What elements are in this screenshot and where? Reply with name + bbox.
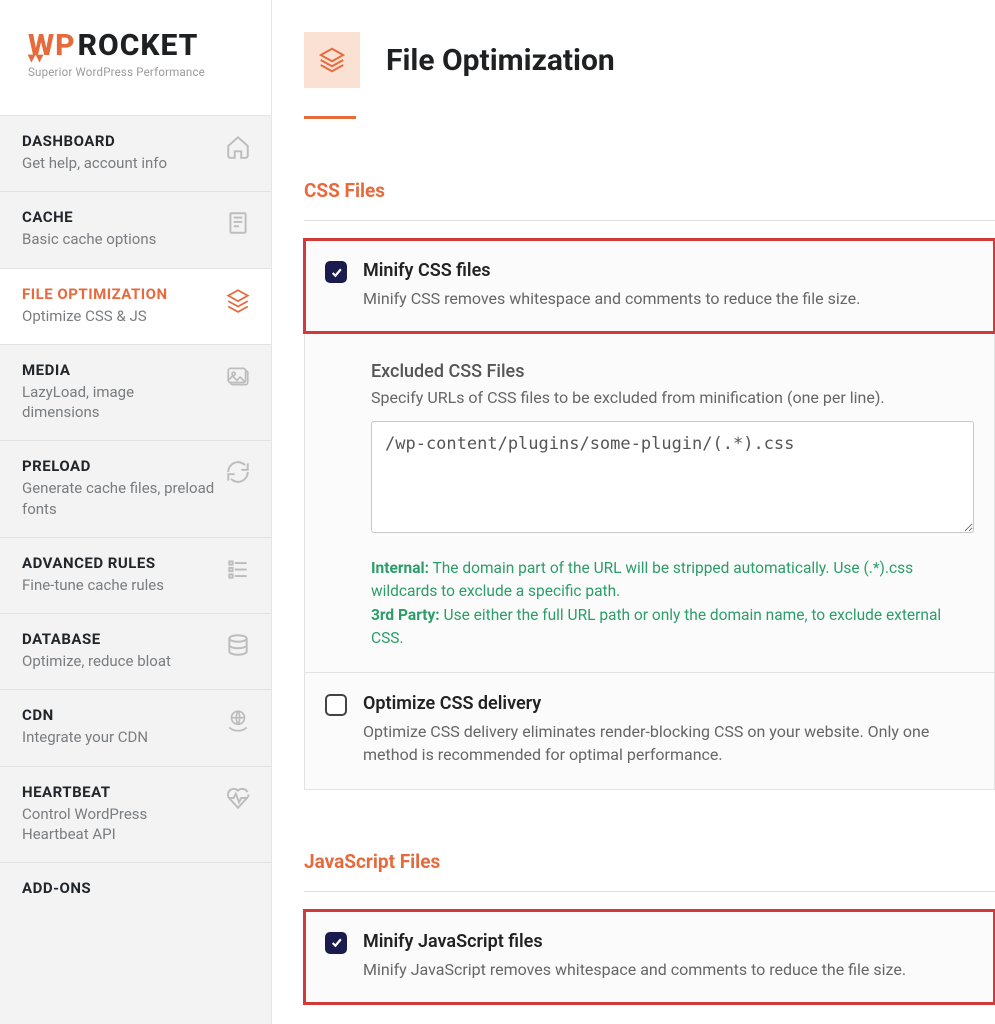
sidebar-item-sub: Integrate your CDN xyxy=(22,727,215,747)
heartbeat-icon xyxy=(225,785,251,811)
sidebar-item-label: DASHBOARD xyxy=(22,132,215,150)
sidebar-item-cache[interactable]: CACHE Basic cache options xyxy=(0,192,271,268)
setting-title: Minify JavaScript files xyxy=(363,931,906,952)
sidebar-item-dashboard[interactable]: DASHBOARD Get help, account info xyxy=(0,116,271,192)
sidebar-item-advanced-rules[interactable]: ADVANCED RULES Fine-tune cache rules xyxy=(0,538,271,614)
sidebar-item-label: CDN xyxy=(22,706,215,724)
sidebar-item-label: MEDIA xyxy=(22,361,215,379)
sidebar-item-sub: Generate cache files, preload fonts xyxy=(22,478,215,519)
hint-internal-text: The domain part of the URL will be strip… xyxy=(371,559,913,600)
refresh-icon xyxy=(225,459,251,485)
sidebar-item-sub: Optimize, reduce bloat xyxy=(22,651,215,671)
sidebar-item-sub: Get help, account info xyxy=(22,153,215,173)
sidebar-item-preload[interactable]: PRELOAD Generate cache files, preload fo… xyxy=(0,441,271,538)
sidebar-item-label: HEARTBEAT xyxy=(22,783,215,801)
sliders-icon xyxy=(225,556,251,582)
setting-desc: Optimize CSS delivery eliminates render-… xyxy=(363,720,974,766)
sidebar-item-sub: Optimize CSS & JS xyxy=(22,306,215,326)
sidebar-item-sub: Basic cache options xyxy=(22,229,215,249)
images-icon xyxy=(225,363,251,389)
sidebar: WP ▾▾ ROCKET Superior WordPress Performa… xyxy=(0,0,272,1024)
file-icon xyxy=(225,210,251,236)
setting-minify-css: Minify CSS files Minify CSS removes whit… xyxy=(304,239,995,333)
sidebar-item-sub: Control WordPress Heartbeat API xyxy=(22,804,215,845)
setting-minify-js: Minify JavaScript files Minify JavaScrip… xyxy=(304,910,995,1004)
sidebar-item-heartbeat[interactable]: HEARTBEAT Control WordPress Heartbeat AP… xyxy=(0,767,271,864)
sidebar-item-sub: LazyLoad, image dimensions xyxy=(22,382,215,423)
page-title: File Optimization xyxy=(386,43,615,78)
sidebar-item-label: PRELOAD xyxy=(22,457,215,475)
setting-excluded-css: Excluded CSS Files Specify URLs of CSS f… xyxy=(304,332,995,673)
sidebar-item-database[interactable]: DATABASE Optimize, reduce bloat xyxy=(0,614,271,690)
setting-title: Optimize CSS delivery xyxy=(363,693,974,714)
section-title-js: JavaScript Files xyxy=(304,850,995,873)
excluded-css-title: Excluded CSS Files xyxy=(371,361,974,382)
divider xyxy=(304,220,995,221)
setting-title: Minify CSS files xyxy=(363,260,860,281)
logo-wp: WP ▾▾ xyxy=(28,28,76,63)
minify-css-checkbox[interactable] xyxy=(325,261,347,283)
layers-icon xyxy=(225,287,251,313)
sidebar-item-label: ADD-ONS xyxy=(22,879,241,897)
section-title-css: CSS Files xyxy=(304,179,995,202)
sidebar-item-addons[interactable]: ADD-ONS xyxy=(0,863,271,915)
hint-internal-label: Internal: xyxy=(371,559,429,577)
excluded-css-textarea[interactable] xyxy=(371,421,974,533)
sidebar-item-file-optimization[interactable]: FILE OPTIMIZATION Optimize CSS & JS xyxy=(0,269,271,345)
excluded-css-hint: Internal: The domain part of the URL wil… xyxy=(371,557,974,650)
minify-js-checkbox[interactable] xyxy=(325,932,347,954)
home-icon xyxy=(225,134,251,160)
sidebar-item-media[interactable]: MEDIA LazyLoad, image dimensions xyxy=(0,345,271,442)
sidebar-item-cdn[interactable]: CDN Integrate your CDN xyxy=(0,690,271,766)
setting-desc: Minify JavaScript removes whitespace and… xyxy=(363,958,906,981)
hint-3rd-text: Use either the full URL path or only the… xyxy=(371,606,941,647)
brand-logo: WP ▾▾ ROCKET Superior WordPress Performa… xyxy=(0,0,271,116)
sidebar-item-label: FILE OPTIMIZATION xyxy=(22,285,215,303)
globe-hand-icon xyxy=(225,708,251,734)
divider xyxy=(304,891,995,892)
sidebar-item-label: ADVANCED RULES xyxy=(22,554,215,572)
optimize-css-checkbox[interactable] xyxy=(325,694,347,716)
database-icon xyxy=(225,632,251,658)
page-header: File Optimization xyxy=(304,32,995,88)
logo-rocket: ROCKET xyxy=(78,28,199,63)
excluded-css-desc: Specify URLs of CSS files to be excluded… xyxy=(371,388,974,407)
setting-desc: Minify CSS removes whitespace and commen… xyxy=(363,287,860,310)
sidebar-item-sub: Fine-tune cache rules xyxy=(22,575,215,595)
main-content: File Optimization CSS Files Minify CSS f… xyxy=(272,0,995,1024)
logo-tagline: Superior WordPress Performance xyxy=(28,65,251,79)
hint-3rd-label: 3rd Party: xyxy=(371,606,440,624)
setting-optimize-css-delivery: Optimize CSS delivery Optimize CSS deliv… xyxy=(304,672,995,789)
active-tab-indicator xyxy=(304,116,356,119)
sidebar-item-label: CACHE xyxy=(22,208,215,226)
sidebar-item-label: DATABASE xyxy=(22,630,215,648)
page-icon xyxy=(304,32,360,88)
